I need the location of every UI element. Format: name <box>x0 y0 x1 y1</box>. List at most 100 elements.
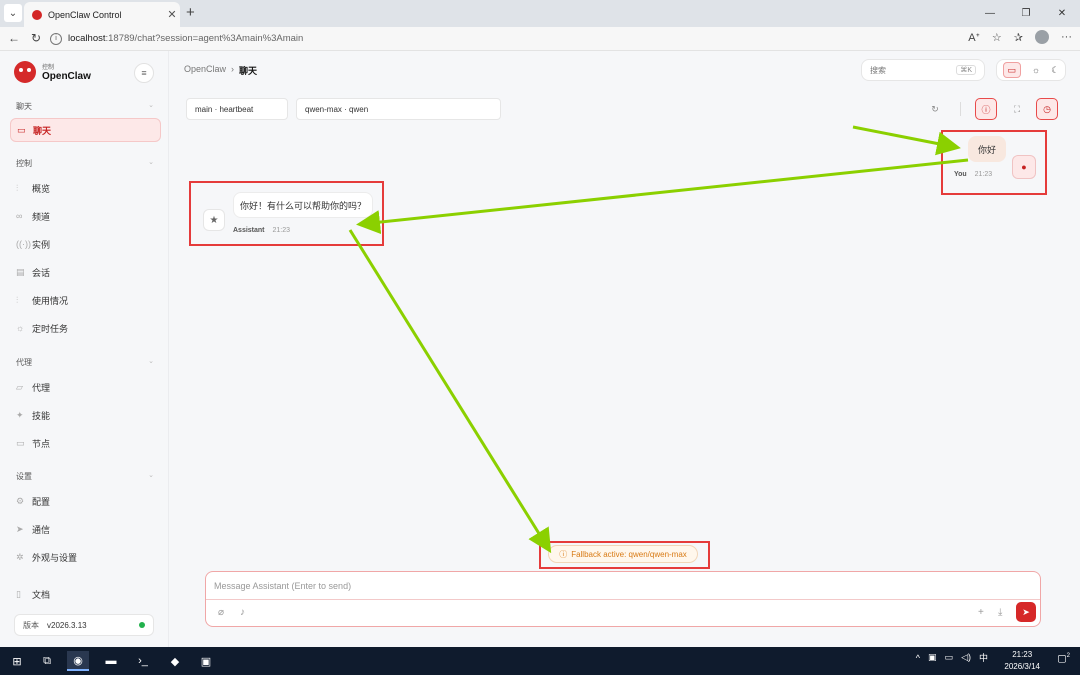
model-select[interactable]: qwen-max · qwen <box>296 98 501 120</box>
edge-browser-icon[interactable]: ◉ <box>67 651 89 671</box>
network-icon[interactable]: ▭ <box>945 652 954 663</box>
send-button[interactable]: ➤ <box>1016 602 1036 622</box>
brand-subtitle: 控制 <box>42 65 55 71</box>
sidebar-item-appearance[interactable]: ✲ 外观与设置 <box>10 545 161 569</box>
section-settings[interactable]: 设置 ⌄ <box>16 471 154 482</box>
breadcrumb-root[interactable]: OpenClaw <box>184 64 226 77</box>
message-composer: ⌀ ♪ + ⤓ ➤ <box>205 571 1041 627</box>
sidebar-item-channels[interactable]: ∞ 频道 <box>10 204 161 228</box>
light-theme-icon[interactable]: ☼ <box>1032 65 1040 75</box>
section-agent[interactable]: 代理 ⌄ <box>16 357 154 368</box>
sidebar-item-label: 代理 <box>32 382 51 393</box>
chevron-up-icon[interactable]: ^ <box>916 653 920 663</box>
terminal-icon[interactable]: ▣ <box>195 651 217 671</box>
section-control[interactable]: 控制 ⌄ <box>16 158 154 169</box>
broadcast-icon: ((·)) <box>16 239 31 249</box>
breadcrumb: OpenClaw › 聊天 <box>184 64 257 77</box>
sidebar-item-usage[interactable]: ⫶ 使用情况 <box>10 288 161 312</box>
user-icon: ● <box>1021 162 1027 172</box>
send-icon: ➤ <box>16 523 24 534</box>
powershell-icon[interactable]: ›_ <box>132 651 154 671</box>
settings-icon: ✲ <box>16 551 24 562</box>
dark-theme-icon[interactable]: ☾ <box>1051 65 1059 76</box>
sidebar-item-instances[interactable]: ((·)) 实例 <box>10 232 161 256</box>
windows-start-icon[interactable]: ⊞ <box>6 651 28 671</box>
app-tray-icon[interactable]: ▣ <box>928 652 937 663</box>
section-label: 设置 <box>16 472 32 481</box>
document-icon: ▤ <box>16 266 25 277</box>
close-window-icon[interactable]: ✕ <box>1044 0 1080 27</box>
url-field[interactable]: i localhost :18789/chat?session=agent%3A… <box>50 29 970 48</box>
restore-icon[interactable]: ❐ <box>1008 0 1044 27</box>
browser-tab[interactable]: OpenClaw Control ✕ <box>24 2 180 27</box>
user-message-bubble: 你好 <box>968 136 1006 162</box>
volume-icon[interactable]: ◁) <box>961 652 971 663</box>
sidebar-item-label: 概览 <box>32 183 51 194</box>
taskbar-clock[interactable]: 21:23 2026/3/14 <box>1004 649 1040 673</box>
refresh-icon[interactable]: ↻ <box>924 98 946 120</box>
breadcrumb-separator: › <box>231 64 235 74</box>
section-label: 代理 <box>16 358 32 367</box>
sidebar: 控制 OpenClaw ≡ 聊天 ⌄ ▭ 聊天 控制 ⌄ ⫶ 概览 ∞ 频道 ((·… <box>0 51 169 647</box>
section-chat[interactable]: 聊天 ⌄ <box>16 101 154 112</box>
sidebar-item-label: 配置 <box>32 496 51 507</box>
openclaw-app: 控制 OpenClaw ≡ 聊天 ⌄ ▭ 聊天 控制 ⌄ ⫶ 概览 ∞ 频道 ((·… <box>0 51 1080 647</box>
version-value: v2026.3.13 <box>47 620 87 630</box>
sidebar-item-agents[interactable]: ▱ 代理 <box>10 375 161 399</box>
sidebar-item-label: 通信 <box>32 524 51 535</box>
add-icon[interactable]: + <box>978 607 984 618</box>
history-clock-icon[interactable]: ◷ <box>1036 98 1058 120</box>
favorite-star-icon[interactable]: ☆ <box>992 31 1002 44</box>
minimize-icon[interactable]: — <box>972 0 1008 27</box>
system-theme-icon[interactable]: ▭ <box>1002 62 1021 78</box>
sidebar-item-chat[interactable]: ▭ 聊天 <box>10 118 161 142</box>
section-label: 聊天 <box>16 102 32 111</box>
read-aloud-icon[interactable]: Aᐩ <box>968 31 980 44</box>
reload-icon[interactable]: ↻ <box>31 31 41 45</box>
sidebar-item-config[interactable]: ⚙ 配置 <box>10 489 161 513</box>
app-icon[interactable]: ◆ <box>164 651 186 671</box>
message-input[interactable] <box>214 578 1014 594</box>
favorites-icon[interactable]: ✰ <box>1014 31 1023 44</box>
microphone-icon[interactable]: ♪ <box>240 607 245 618</box>
clock-date: 2026/3/14 <box>1004 662 1040 671</box>
sidebar-item-label: 外观与设置 <box>32 552 78 563</box>
tab-close-icon[interactable]: ✕ <box>164 8 180 21</box>
more-options-icon[interactable]: ··· <box>1061 31 1072 43</box>
session-select[interactable]: main · heartbeat <box>186 98 288 120</box>
sidebar-item-docs[interactable]: ▯ 文档 <box>10 582 161 606</box>
notification-count: 2 <box>1066 653 1070 659</box>
system-tray: ^ ▣ ▭ ◁) 中 <box>916 651 988 664</box>
sidebar-item-cron[interactable]: ☼ 定时任务 <box>10 316 161 340</box>
sidebar-item-skills[interactable]: ✦ 技能 <box>10 403 161 427</box>
sidebar-item-nodes[interactable]: ▭ 节点 <box>10 431 161 455</box>
tab-actions-menu-button[interactable]: ⌄ <box>4 4 22 22</box>
link-icon: ∞ <box>16 211 23 221</box>
task-view-icon[interactable]: ⧉ <box>36 651 58 671</box>
sidebar-collapse-button[interactable]: ≡ <box>134 63 154 83</box>
gear-icon: ⚙ <box>16 495 25 506</box>
sidebar-item-sessions[interactable]: ▤ 会话 <box>10 260 161 284</box>
message-role: You <box>954 171 967 178</box>
assistant-message-meta: Assistant 21:23 <box>233 227 290 234</box>
back-icon[interactable]: ← <box>8 31 20 45</box>
thinking-toggle-icon[interactable]: ⓘ <box>975 98 997 120</box>
sidebar-item-overview[interactable]: ⫶ 概览 <box>10 176 161 200</box>
site-info-icon[interactable]: i <box>50 32 62 45</box>
notification-icon[interactable]: ▢2 <box>1057 653 1070 664</box>
sidebar-item-communication[interactable]: ➤ 通信 <box>10 517 161 541</box>
search-input[interactable]: 搜索 ⌘K <box>861 59 985 81</box>
ime-indicator[interactable]: 中 <box>979 651 988 664</box>
new-tab-button[interactable]: + <box>186 4 195 21</box>
fallback-text: Fallback active: qwen/qwen-max <box>571 549 687 559</box>
file-explorer-icon[interactable]: ▬ <box>100 651 122 671</box>
search-shortcut: ⌘K <box>956 65 976 75</box>
focus-mode-icon[interactable]: ⛶ <box>1006 98 1028 120</box>
download-icon[interactable]: ⤓ <box>998 607 1002 618</box>
profile-avatar[interactable] <box>1035 30 1049 44</box>
message-time: 21:23 <box>272 227 290 234</box>
attach-icon[interactable]: ⌀ <box>218 607 224 618</box>
monitor-icon: ▭ <box>16 437 25 448</box>
brand-name: OpenClaw <box>42 71 91 82</box>
book-icon: ▯ <box>16 588 21 599</box>
